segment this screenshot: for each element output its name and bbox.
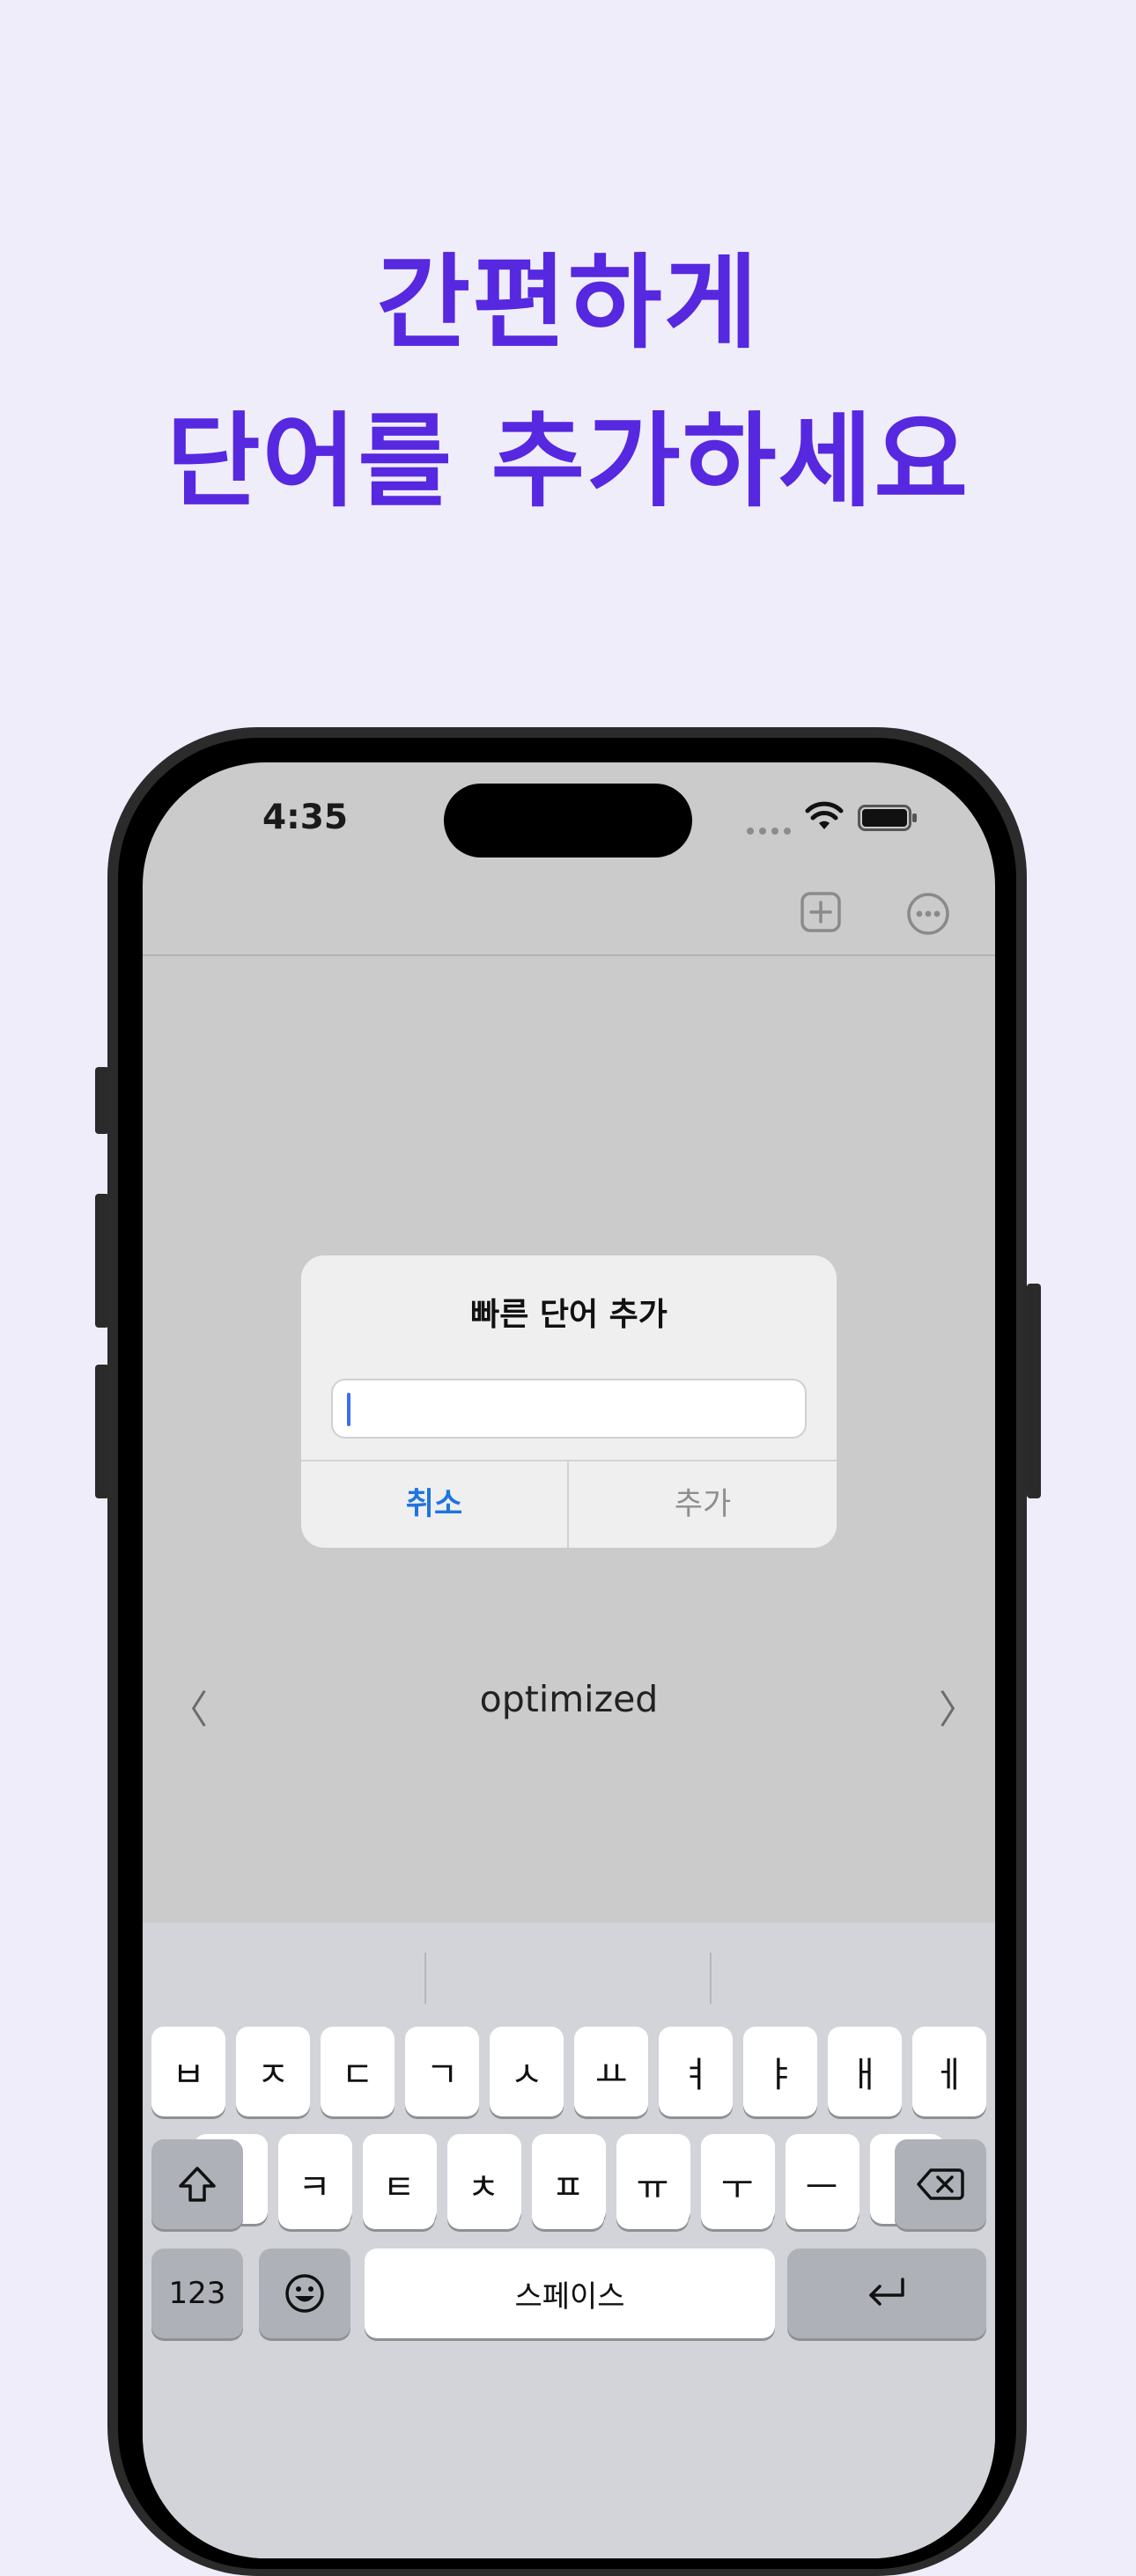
wifi-icon	[805, 801, 844, 829]
battery-icon	[858, 805, 917, 831]
space-key[interactable]: 스페이스	[365, 2248, 775, 2338]
backspace-icon	[917, 2168, 964, 2200]
key[interactable]: ㅑ	[743, 2027, 817, 2116]
key[interactable]: ㄱ	[405, 2027, 479, 2116]
plus-square-icon	[800, 892, 841, 932]
key[interactable]: ㅊ	[447, 2139, 520, 2229]
key[interactable]: ㅜ	[701, 2139, 773, 2229]
return-icon	[869, 2278, 904, 2306]
numbers-key[interactable]: 123	[151, 2248, 243, 2338]
status-time: 4:35	[262, 798, 349, 837]
key[interactable]: ㅂ	[151, 2027, 225, 2116]
key[interactable]: ㅋ	[278, 2139, 350, 2229]
more-options-button[interactable]	[905, 891, 951, 937]
quick-add-dialog: 빠른 단어 추가 취소 추가	[301, 1255, 837, 1548]
ellipsis-circle-icon	[907, 893, 949, 935]
shift-key[interactable]	[151, 2139, 243, 2229]
cellular-signal-icon	[747, 828, 791, 835]
keyboard: ㅂㅈㄷㄱㅅㅛㅕㅑㅐㅔ ㅁㄴㅇㄹㅎㅗㅓㅏㅣ ㅋㅌㅊㅍㅠㅜㅡ 123 스페이스	[143, 1923, 995, 2558]
key[interactable]: ㅅ	[490, 2027, 564, 2116]
shift-icon	[179, 2167, 216, 2202]
text-cursor	[347, 1393, 350, 1426]
suggestion-divider	[710, 1953, 712, 2004]
phone-screen: 4:35 빠른 단어 추가 취소 추가 〈 optimized 〉 ㅂ ㅈ ㄷ …	[143, 762, 995, 2558]
key[interactable]: ㅡ	[786, 2139, 858, 2229]
dialog-title: 빠른 단어 추가	[470, 1297, 668, 1333]
cancel-button[interactable]: 취소	[301, 1461, 567, 1548]
key[interactable]: ㅍ	[532, 2139, 604, 2229]
suggestion-divider	[424, 1953, 426, 2004]
return-key[interactable]	[787, 2248, 986, 2338]
nav-bar-divider	[143, 954, 995, 956]
headline-line-1: 간편하게	[376, 244, 760, 363]
key[interactable]: ㅈ	[236, 2027, 310, 2116]
next-word-button[interactable]: 〉	[939, 1678, 977, 1734]
key[interactable]: ㅕ	[659, 2027, 733, 2116]
key[interactable]: ㅠ	[616, 2139, 689, 2229]
add-word-button[interactable]	[800, 891, 842, 933]
dynamic-island	[444, 784, 692, 857]
key[interactable]: ㅛ	[574, 2027, 648, 2116]
power-button	[1027, 1284, 1041, 1498]
current-word: optimized	[479, 1678, 659, 1720]
delete-key[interactable]	[895, 2139, 986, 2229]
key[interactable]: ㅔ	[912, 2027, 986, 2116]
key[interactable]: ㅐ	[828, 2027, 902, 2116]
emoji-icon	[285, 2274, 324, 2313]
add-button[interactable]: 추가	[569, 1461, 837, 1548]
key[interactable]: ㅌ	[363, 2139, 435, 2229]
headline-line-2: 단어를 추가하세요	[166, 402, 970, 521]
word-input[interactable]	[331, 1379, 807, 1439]
emoji-key[interactable]	[259, 2248, 350, 2338]
key[interactable]: ㄷ	[321, 2027, 395, 2116]
